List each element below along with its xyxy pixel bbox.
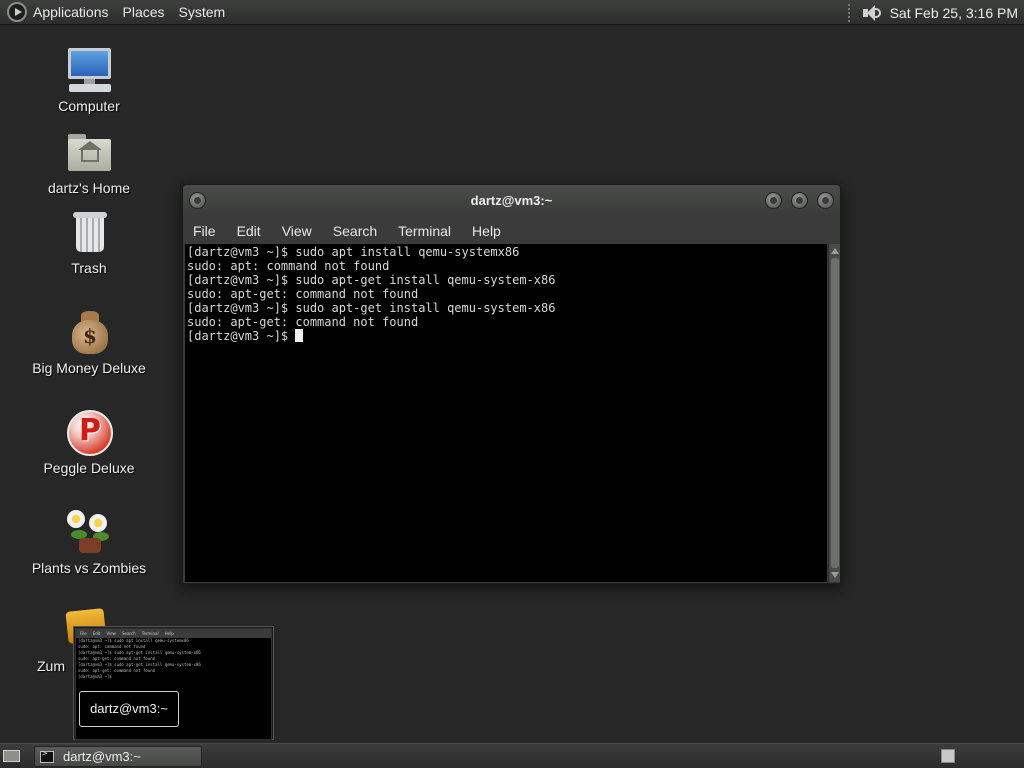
home-folder-icon <box>65 128 113 176</box>
terminal-line: sudo: apt: command not found <box>187 259 390 273</box>
clock[interactable]: Sat Feb 25, 3:16 PM <box>890 5 1018 21</box>
bottom-taskbar: dartz@vm3:~ <box>0 743 1024 768</box>
desktop-icon-home[interactable]: dartz's Home <box>14 128 164 196</box>
terminal-menubar: File Edit View Search Terminal Help <box>183 217 840 244</box>
preview-menu-item: View <box>106 631 116 636</box>
terminal-output[interactable]: [dartz@vm3 ~]$ sudo apt install qemu-sys… <box>185 244 827 582</box>
taskbar-window-label: dartz@vm3:~ <box>63 749 141 764</box>
window-title: dartz@vm3:~ <box>470 193 553 208</box>
computer-icon <box>65 46 113 94</box>
desktop-icon-peggle[interactable]: P Peggle Deluxe <box>14 408 164 476</box>
preview-menu-item: Help <box>164 631 174 636</box>
terminal-prompt: [dartz@vm3 ~]$ <box>187 329 296 343</box>
scroll-down-icon[interactable] <box>831 572 839 578</box>
terminal-line: sudo: apt-get: command not found <box>187 315 419 329</box>
preview-menu-item: Search <box>121 631 136 636</box>
menu-file[interactable]: File <box>193 223 216 239</box>
money-bag-icon: $ <box>65 308 113 356</box>
trash-icon <box>65 208 113 256</box>
preview-menu-item: Terminal <box>141 631 159 636</box>
taskbar-window-button[interactable]: dartz@vm3:~ <box>34 746 202 767</box>
menu-help[interactable]: Help <box>472 223 501 239</box>
menu-terminal[interactable]: Terminal <box>398 223 451 239</box>
scroll-thumb[interactable] <box>831 258 839 568</box>
speaker-icon[interactable] <box>860 3 882 23</box>
top-panel: Applications Places System Sat Feb 25, 3… <box>0 0 1024 25</box>
desktop-icon-label: Computer <box>58 98 120 114</box>
window-preview-popup[interactable]: File Edit View Search Terminal Help [dar… <box>73 626 274 740</box>
desktop-icon-label: Trash <box>71 260 107 276</box>
show-desktop-icon[interactable] <box>3 748 21 764</box>
menu-system[interactable]: System <box>179 4 226 20</box>
minimize-button[interactable] <box>765 192 782 209</box>
preview-title-label: dartz@vm3:~ <box>79 691 179 727</box>
desktop-icon-trash[interactable]: Trash <box>14 208 164 276</box>
terminal-prompt-line[interactable]: [dartz@vm3 ~]$ <box>187 329 825 343</box>
terminal-line: [dartz@vm3 ~]$ sudo apt install qemu-sys… <box>187 245 520 259</box>
preview-menubar: File Edit View Search Terminal Help <box>76 629 271 638</box>
terminal-line: sudo: apt-get: command not found <box>187 287 419 301</box>
desktop-icon-label: Plants vs Zombies <box>31 560 147 576</box>
window-titlebar[interactable]: dartz@vm3:~ <box>183 185 840 217</box>
desktop-icon-big-money[interactable]: $ Big Money Deluxe <box>14 308 164 376</box>
terminal-line: [dartz@vm3 ~]$ sudo apt-get install qemu… <box>187 301 556 315</box>
menu-applications[interactable]: Applications <box>33 4 109 20</box>
terminal-scrollbar[interactable] <box>828 244 840 582</box>
preview-menu-item: File <box>80 631 87 636</box>
terminal-window[interactable]: dartz@vm3:~ File Edit View Search Termin… <box>182 184 841 584</box>
text-cursor <box>295 329 304 342</box>
preview-line: [dartz@vm3 ~]$ <box>78 674 115 679</box>
desktop-icon-label: Big Money Deluxe <box>32 360 146 376</box>
desktop-icon-label: Peggle Deluxe <box>43 460 135 476</box>
scroll-up-icon[interactable] <box>831 248 839 254</box>
menu-view[interactable]: View <box>282 223 312 239</box>
menu-edit[interactable]: Edit <box>237 223 261 239</box>
maximize-button[interactable] <box>791 192 808 209</box>
terminal-icon <box>40 749 54 763</box>
panel-grip-handle[interactable] <box>847 3 852 22</box>
desktop-icon-label: dartz's Home <box>47 180 131 196</box>
plants-icon <box>65 508 113 556</box>
panel-tray: Sat Feb 25, 3:16 PM <box>847 0 1024 25</box>
desktop-icon-computer[interactable]: Computer <box>14 46 164 114</box>
peggle-icon: P <box>65 408 113 456</box>
close-button[interactable] <box>817 192 834 209</box>
apps-logo-icon[interactable] <box>7 2 27 22</box>
menu-places[interactable]: Places <box>123 4 165 20</box>
preview-menu-item: Edit <box>92 631 101 636</box>
menu-search[interactable]: Search <box>333 223 377 239</box>
desktop-icon-plants[interactable]: Plants vs Zombies <box>14 508 164 576</box>
terminal-line: [dartz@vm3 ~]$ sudo apt-get install qemu… <box>187 273 556 287</box>
workspace-switcher-icon[interactable] <box>941 749 955 763</box>
